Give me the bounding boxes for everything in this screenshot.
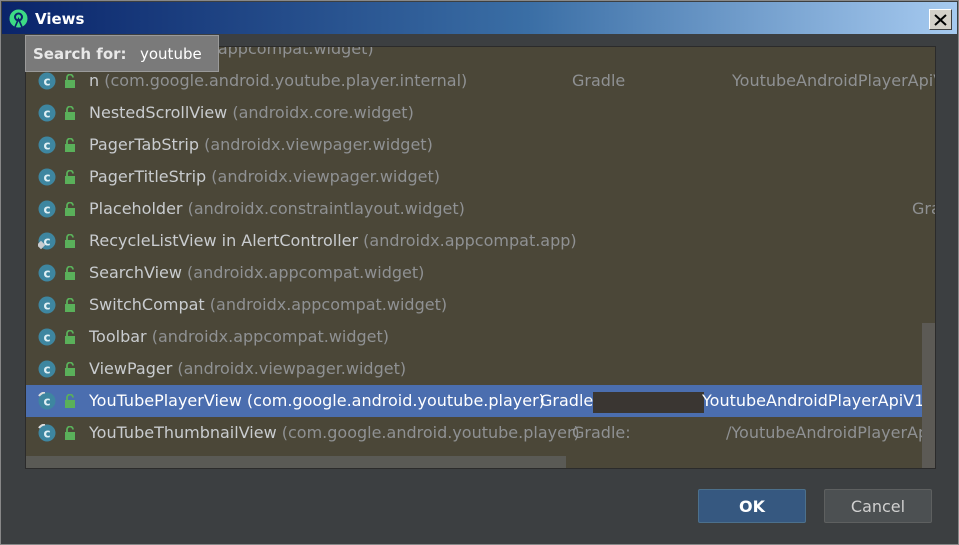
- class-icon: c: [38, 296, 56, 314]
- class-name: PagerTabStrip (androidx.viewpager.widget…: [89, 135, 433, 154]
- class-name: YouTubeThumbnailView (com.google.android…: [89, 423, 580, 442]
- library-path: Gra: [912, 199, 935, 218]
- package-name: (androidx.appcompat.widget): [151, 327, 390, 346]
- svg-text:c: c: [43, 395, 50, 409]
- unlocked-icon: [65, 74, 75, 88]
- redacted-path: [593, 392, 704, 413]
- unlocked-icon: [65, 138, 75, 152]
- list-item[interactable]: c SearchView (androidx.appcompat.widget): [26, 257, 935, 289]
- svg-text:c: c: [43, 235, 50, 249]
- unlocked-icon: [65, 394, 75, 408]
- list-item[interactable]: c YouTubeThumbnailView (com.google.androi…: [26, 417, 936, 449]
- close-icon: [934, 13, 947, 26]
- package-name: (androidx.constraintlayout.widget): [187, 199, 465, 218]
- package-name: (androidx.core.widget): [232, 103, 414, 122]
- package-name: (androidx.viewpager.widget): [204, 135, 433, 154]
- speed-search-popup: Search for: youtube: [25, 35, 219, 72]
- package-name: (androidx.appcompat.widget): [209, 295, 448, 314]
- unlocked-icon: [65, 234, 75, 248]
- compiled-class-icon: c: [38, 392, 56, 410]
- search-query: youtube: [140, 45, 202, 63]
- package-name: (com.google.android.youtube.player.inter…: [104, 71, 468, 90]
- package-name: (androidx.appcompat.app): [363, 231, 577, 250]
- unlocked-icon: [65, 362, 75, 376]
- package-name: (androidx.appcompat.widget): [187, 263, 425, 282]
- class-icon: c: [38, 328, 56, 346]
- class-icon: c: [38, 168, 56, 186]
- cancel-button[interactable]: Cancel: [824, 489, 932, 523]
- window-title: Views: [35, 10, 85, 28]
- svg-text:c: c: [43, 107, 50, 121]
- package-name: (com.google.android.youtube.player): [281, 423, 580, 442]
- unlocked-icon: [65, 330, 75, 344]
- class-icon: c: [38, 200, 56, 218]
- package-name: (androidx.viewpager.widget): [177, 359, 407, 378]
- class-name: PagerTitleStrip (androidx.viewpager.widg…: [89, 167, 441, 186]
- class-name: n (com.google.android.youtube.player.int…: [89, 71, 468, 90]
- svg-text:c: c: [43, 139, 50, 153]
- svg-text:c: c: [43, 299, 50, 313]
- class-name: NestedScrollView (androidx.core.widget): [89, 103, 414, 122]
- views-list[interactable]: c…pat (androidx.appcompat.widget)cn (com…: [25, 46, 936, 469]
- android-studio-icon: [9, 9, 28, 28]
- class-icon: c: [38, 136, 56, 154]
- list-item[interactable]: c NestedScrollView (androidx.core.widget): [26, 97, 935, 129]
- package-name: (com.google.android.youtube.player): [246, 391, 545, 410]
- list-item[interactable]: c Placeholder (androidx.constraintlayout.…: [26, 193, 935, 225]
- svg-text:c: c: [43, 427, 50, 441]
- svg-text:c: c: [43, 171, 50, 185]
- unlocked-icon: [65, 106, 75, 120]
- class-name: Placeholder (androidx.constraintlayout.w…: [89, 199, 465, 218]
- library-path: /YoutubeAndroidPlayerApiV1: [726, 423, 936, 442]
- library-source: Gradle: [572, 71, 626, 90]
- unlocked-icon: [65, 202, 75, 216]
- class-name: SwitchCompat (androidx.appcompat.widget): [89, 295, 448, 314]
- svg-text:c: c: [43, 267, 50, 281]
- class-name: SearchView (androidx.appcompat.widget): [89, 263, 425, 282]
- list-item[interactable]: c Toolbar (androidx.appcompat.widget): [26, 321, 935, 353]
- title-bar: Views: [2, 2, 957, 34]
- class-icon: c: [38, 72, 56, 90]
- views-dialog: Views c…pat (androidx.appcompat.widget)c…: [0, 0, 959, 545]
- close-button[interactable]: [929, 9, 952, 30]
- class-icon: c: [38, 360, 56, 378]
- unlocked-icon: [65, 298, 75, 312]
- list-item[interactable]: c PagerTabStrip (androidx.viewpager.widge…: [26, 129, 935, 161]
- class-icon: c: [38, 104, 56, 122]
- unlocked-icon: [65, 266, 75, 280]
- unlocked-icon: [65, 426, 75, 440]
- class-name: YouTubePlayerView (com.google.android.yo…: [89, 391, 545, 410]
- library-path: YoutubeAndroidPlayerApiV1_2_2/lib: [702, 391, 935, 410]
- compiled-class-icon: c: [38, 424, 56, 442]
- ok-button[interactable]: OK: [698, 489, 806, 523]
- class-name: ViewPager (androidx.viewpager.widget): [89, 359, 407, 378]
- library-source: Gradle:: [572, 423, 631, 442]
- svg-text:c: c: [43, 363, 50, 377]
- list-item[interactable]: c PagerTitleStrip (androidx.viewpager.wid…: [26, 161, 935, 193]
- horizontal-scrollbar-thumb[interactable]: [26, 456, 566, 468]
- inner-class-icon: c: [38, 232, 56, 250]
- svg-text:c: c: [43, 203, 50, 217]
- svg-text:c: c: [43, 75, 50, 89]
- svg-text:c: c: [43, 331, 50, 345]
- package-name: (androidx.viewpager.widget): [211, 167, 441, 186]
- list-item[interactable]: c ViewPager (androidx.viewpager.widget): [26, 353, 935, 385]
- list-item[interactable]: c RecycleListView in AlertController (and…: [26, 225, 935, 257]
- class-name: Toolbar (androidx.appcompat.widget): [89, 327, 390, 346]
- vertical-scrollbar-thumb[interactable]: [922, 323, 935, 468]
- class-icon: c: [38, 264, 56, 282]
- library-path: YoutubeAndroidPlayerApiV1: [732, 71, 936, 90]
- list-item-selected[interactable]: c YouTubePlayerView (com.google.android.y…: [26, 385, 935, 417]
- unlocked-icon: [65, 170, 75, 184]
- class-name: RecycleListView in AlertController (andr…: [89, 231, 577, 250]
- search-label: Search for:: [33, 45, 127, 63]
- library-source: Gradle:: [540, 391, 599, 410]
- list-item[interactable]: c SwitchCompat (androidx.appcompat.widget…: [26, 289, 935, 321]
